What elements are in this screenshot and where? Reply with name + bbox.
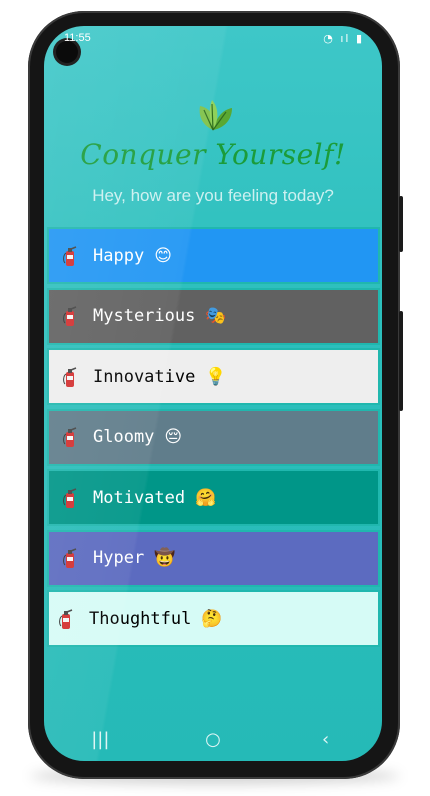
home-button[interactable]: ○ — [193, 729, 233, 750]
fire-extinguisher-icon — [61, 245, 79, 267]
mood-label: Thoughtful — [89, 608, 192, 629]
smiling-face-icon: 😊 — [154, 245, 172, 266]
cowboy-face-icon: 🤠 — [154, 548, 176, 568]
light-bulb-icon: 💡 — [205, 366, 227, 387]
pensive-face-icon: 😔 — [164, 427, 183, 447]
status-icons: ◔ ıl ▮ — [323, 32, 364, 45]
power-button — [399, 311, 403, 411]
volume-button — [399, 196, 403, 252]
mood-list: Happy 😊 Mysterious 🎭 Innovative 💡 Gloomy… — [47, 227, 380, 651]
status-time: 11:55 — [64, 32, 91, 44]
fire-extinguisher-icon — [61, 487, 79, 509]
mood-item-thoughtful[interactable]: Thoughtful 🤔 — [47, 590, 380, 647]
mood-item-motivated[interactable]: Motivated 🤗 — [47, 469, 380, 526]
mood-label: Innovative — [93, 366, 196, 387]
fire-extinguisher-icon — [61, 305, 79, 327]
app-title: Conquer Yourself! — [80, 138, 346, 171]
mood-item-happy[interactable]: Happy 😊 — [47, 227, 380, 284]
mood-item-innovative[interactable]: Innovative 💡 — [47, 348, 380, 405]
mood-item-hyper[interactable]: Hyper 🤠 — [47, 529, 380, 587]
mood-item-mysterious[interactable]: Mysterious 🎭 — [47, 287, 380, 345]
mood-label: Motivated — [93, 487, 186, 508]
fire-extinguisher-icon — [61, 366, 79, 388]
mood-item-gloomy[interactable]: Gloomy 😔 — [47, 408, 380, 466]
fire-extinguisher-icon — [61, 547, 79, 569]
app-screen: 11:55 ◔ ıl ▮ Conquer Yourself! Hey, how … — [44, 26, 382, 761]
back-button[interactable]: ‹ — [306, 729, 346, 750]
recents-button[interactable]: ||| — [80, 729, 120, 750]
hugging-face-icon: 🤗 — [195, 487, 217, 508]
mood-label: Gloomy — [93, 427, 155, 447]
thinking-face-icon: 🤔 — [201, 608, 223, 629]
mood-label: Mysterious — [93, 306, 196, 326]
mood-label: Happy — [93, 245, 145, 266]
front-camera — [56, 41, 78, 63]
app-subtitle: Hey, how are you feeling today? — [92, 186, 334, 205]
theater-masks-icon: 🎭 — [205, 306, 227, 326]
fire-extinguisher-icon — [61, 426, 79, 448]
fire-extinguisher-icon — [57, 608, 75, 630]
mood-label: Hyper — [93, 548, 145, 568]
leaf-icon — [199, 100, 232, 131]
system-nav-bar: ||| ○ ‹ — [44, 717, 382, 761]
